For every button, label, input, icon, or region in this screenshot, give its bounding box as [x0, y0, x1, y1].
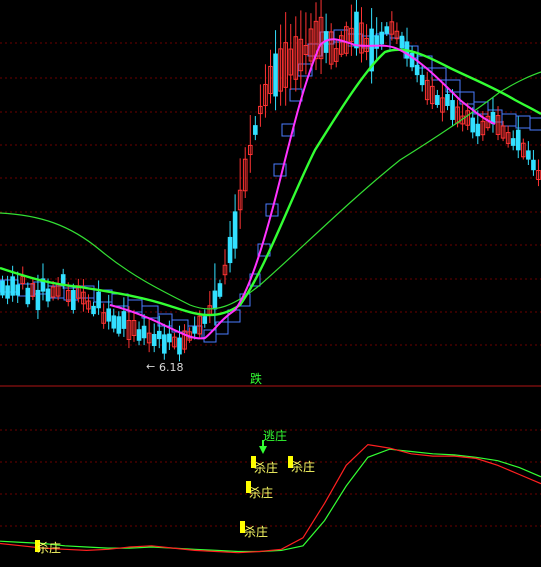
candle-body: [445, 94, 450, 106]
candle-body: [156, 330, 162, 340]
candle-body: [531, 159, 536, 171]
escape-label: 逃庄: [263, 428, 287, 443]
low-price-arrow: ←: [146, 360, 155, 373]
divider-label: 跌: [250, 371, 262, 386]
candle-body: [151, 333, 157, 347]
candle-body: [111, 315, 117, 329]
kill-label: 杀庄: [291, 459, 315, 474]
candle-body: [227, 236, 233, 264]
candle-body: [15, 284, 20, 296]
candle-body: [192, 326, 197, 334]
kill-label: 杀庄: [254, 460, 278, 475]
candle-body: [121, 311, 127, 329]
candle-body: [470, 117, 476, 133]
candle-body: [212, 290, 218, 310]
candle-body: [71, 290, 76, 310]
kill-signal-1: 杀庄: [35, 540, 61, 555]
stock-chart-canvas[interactable]: ← 6.18 跌 逃庄 杀庄 杀庄 杀庄 杀庄 杀庄: [0, 0, 541, 567]
kill-label: 杀庄: [244, 524, 268, 539]
kill-label: 杀庄: [37, 540, 61, 555]
candle-body: [96, 291, 101, 309]
candle-body: [510, 138, 516, 146]
candle-body: [399, 35, 405, 49]
candle-body: [435, 95, 440, 105]
candle-body: [167, 333, 172, 343]
candle-body: [5, 285, 10, 299]
candle-body: [475, 123, 481, 137]
candle-body: [0, 280, 5, 296]
candle-body: [162, 334, 167, 354]
candle-body: [384, 26, 390, 34]
candle-body: [273, 53, 278, 97]
candle-body: [379, 31, 385, 45]
candle-body: [136, 329, 142, 341]
candle-body: [177, 337, 182, 355]
candle-body: [35, 289, 41, 311]
candle-body: [10, 276, 15, 296]
candle-body: [526, 150, 531, 160]
candle-body: [419, 74, 425, 86]
candle-body: [232, 211, 238, 249]
candle-body: [253, 125, 258, 135]
candle-body: [141, 325, 147, 339]
candle-body: [202, 316, 208, 324]
candle-body: [450, 100, 455, 120]
candle-body: [414, 64, 420, 76]
candle-body: [106, 308, 112, 322]
candle-body: [45, 288, 51, 302]
candle-body: [91, 305, 96, 315]
candle-body: [116, 316, 122, 334]
low-price-label: 6.18: [159, 361, 184, 374]
candle-body: [354, 11, 359, 49]
candle-body: [25, 287, 31, 305]
kill-label: 杀庄: [249, 485, 273, 500]
candle-body: [515, 129, 521, 151]
candle-body: [217, 283, 223, 297]
